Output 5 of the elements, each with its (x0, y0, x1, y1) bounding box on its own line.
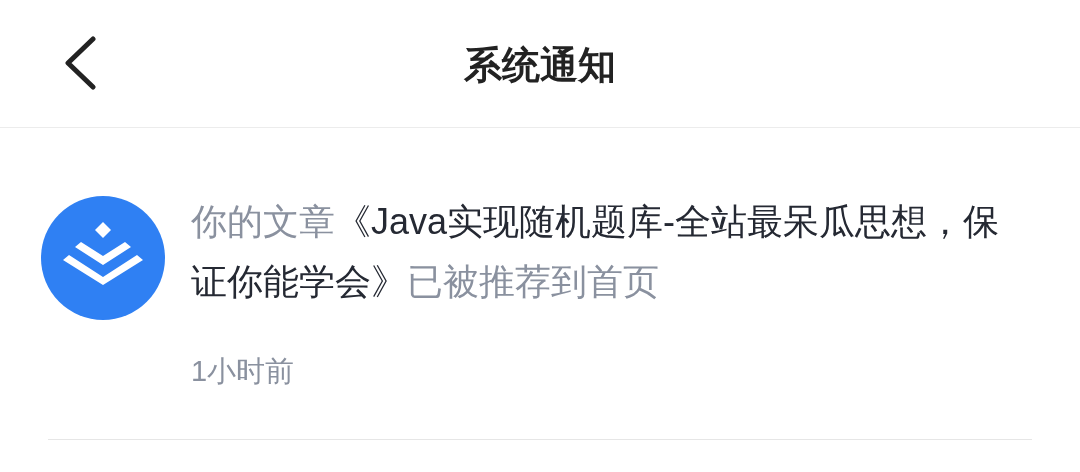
page-title: 系统通知 (464, 43, 616, 88)
notification-time: 1小时前 (191, 354, 295, 389)
avatar-icon (41, 196, 165, 320)
back-icon[interactable] (64, 36, 96, 90)
notification-message: 你的文章《Java实现随机题库-全站最呆瓜思想，保证你能学会》已被推荐到首页 (191, 200, 1001, 304)
